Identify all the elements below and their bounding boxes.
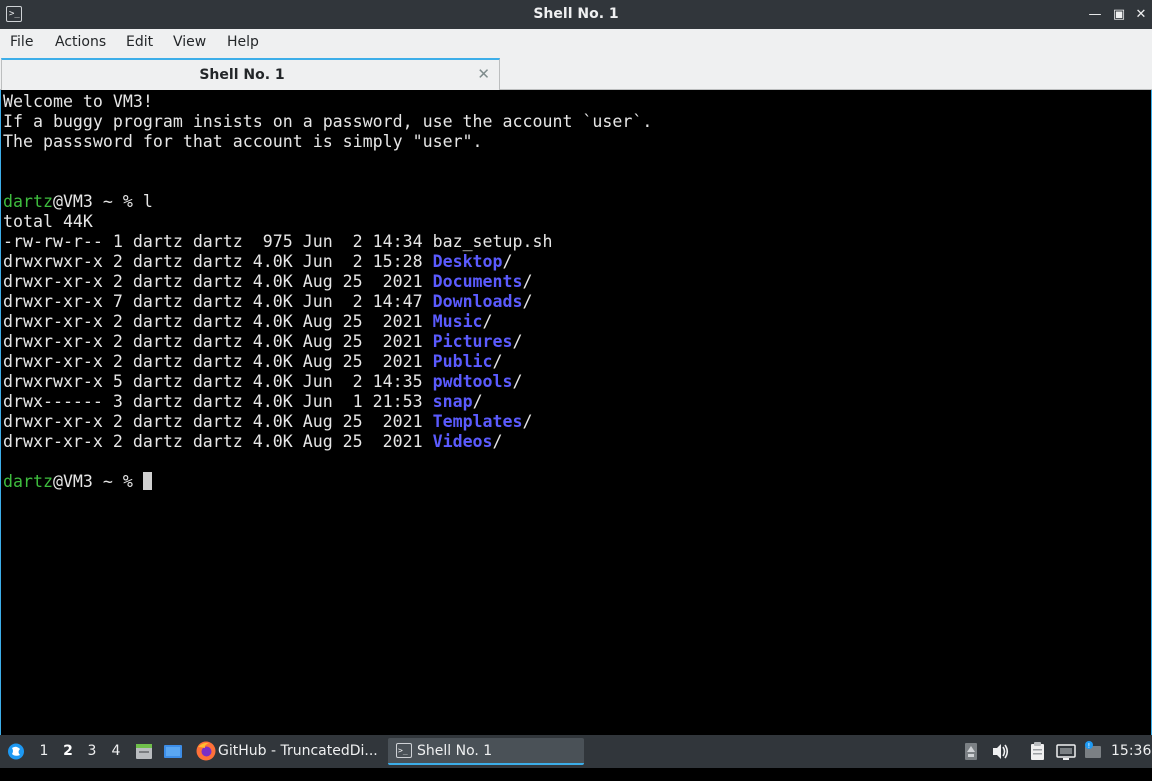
- task-label: Shell No. 1: [417, 743, 493, 759]
- command-line: dartz@VM3 ~ % l: [3, 192, 153, 212]
- dir-suffix: /: [522, 412, 533, 431]
- menu-help[interactable]: Help: [227, 29, 259, 56]
- dir-suffix: /: [512, 332, 523, 351]
- dir-suffix: /: [472, 392, 483, 411]
- prompt-user: dartz: [3, 192, 53, 211]
- total-line: total 44K: [3, 212, 93, 231]
- workspace-1[interactable]: 1: [34, 735, 54, 768]
- taskbar: 1 2 3 4 GitHub - TruncatedDi... >_ Shell…: [0, 735, 1152, 768]
- prompt-host: @VM3 ~ %: [52, 472, 143, 491]
- workspace-4[interactable]: 4: [106, 735, 126, 768]
- tab-label: Shell No. 1: [199, 67, 285, 83]
- svg-text:!: !: [1088, 742, 1091, 750]
- directory-name: Music: [432, 312, 483, 331]
- prompt-host: @VM3 ~ %: [52, 192, 143, 211]
- listing-row: drwxr-xr-x 2 dartz dartz 4.0K Aug 25 202…: [3, 352, 503, 372]
- firefox-icon: [195, 740, 217, 762]
- listing-row: drwxr-xr-x 2 dartz dartz 4.0K Aug 25 202…: [3, 412, 533, 432]
- listing-meta: drwxrwxr-x 5 dartz dartz 4.0K Jun 2 14:3…: [3, 372, 433, 391]
- window-titlebar[interactable]: >_ Shell No. 1 — ▣ ✕: [0, 0, 1152, 29]
- directory-name: Desktop: [432, 252, 503, 271]
- task-shell[interactable]: >_ Shell No. 1: [388, 738, 584, 765]
- welcome-line: The passsword for that account is simply…: [3, 132, 483, 151]
- updates-icon[interactable]: !: [1082, 735, 1104, 768]
- listing-row: drwxrwxr-x 2 dartz dartz 4.0K Jun 2 15:2…: [3, 252, 513, 272]
- clock[interactable]: 15:36: [1111, 735, 1151, 768]
- directory-name: Public: [432, 352, 493, 371]
- notification-icon[interactable]: [962, 735, 980, 768]
- dir-suffix: /: [522, 292, 533, 311]
- dir-suffix: /: [482, 312, 493, 331]
- task-firefox[interactable]: GitHub - TruncatedDi...: [192, 738, 382, 765]
- tab-shell-1[interactable]: Shell No. 1 ✕: [1, 58, 500, 90]
- listing-row: drwxr-xr-x 2 dartz dartz 4.0K Aug 25 202…: [3, 432, 503, 452]
- maximize-icon[interactable]: ▣: [1109, 5, 1129, 25]
- listing-meta: drwxr-xr-x 2 dartz dartz 4.0K Aug 25 202…: [3, 432, 433, 451]
- listing-row: drwx------ 3 dartz dartz 4.0K Jun 1 21:5…: [3, 392, 483, 412]
- directory-name: Documents: [432, 272, 523, 291]
- network-icon[interactable]: [1055, 735, 1077, 768]
- menu-view[interactable]: View: [173, 29, 206, 56]
- dir-suffix: /: [522, 272, 533, 291]
- listing-row: -rw-rw-r-- 1 dartz dartz 975 Jun 2 14:34…: [3, 232, 552, 252]
- directory-name: pwdtools: [432, 372, 513, 391]
- menu-bar: File Actions Edit View Help: [0, 29, 1152, 56]
- listing-meta: drwxr-xr-x 2 dartz dartz 4.0K Aug 25 202…: [3, 412, 433, 431]
- active-prompt-line[interactable]: dartz@VM3 ~ %: [3, 472, 152, 492]
- window-title: Shell No. 1: [533, 6, 619, 22]
- listing-meta: -rw-rw-r-- 1 dartz dartz 975 Jun 2 14:34: [3, 232, 433, 251]
- close-icon[interactable]: ✕: [1131, 5, 1151, 25]
- listing-row: drwxrwxr-x 5 dartz dartz 4.0K Jun 2 14:3…: [3, 372, 523, 392]
- menu-actions[interactable]: Actions: [55, 29, 106, 56]
- show-desktop-icon[interactable]: [162, 735, 184, 768]
- command-text: l: [142, 192, 153, 211]
- directory-name: Downloads: [432, 292, 523, 311]
- welcome-line: Welcome to VM3!: [3, 92, 153, 111]
- terminal-view[interactable]: Welcome to VM3! If a buggy program insis…: [0, 90, 1152, 735]
- listing-meta: drwxr-xr-x 2 dartz dartz 4.0K Aug 25 202…: [3, 352, 433, 371]
- listing-row: drwxr-xr-x 2 dartz dartz 4.0K Aug 25 202…: [3, 332, 523, 352]
- dir-suffix: /: [492, 352, 503, 371]
- listing-meta: drwxr-xr-x 2 dartz dartz 4.0K Aug 25 202…: [3, 272, 433, 291]
- listing-meta: drwxr-xr-x 7 dartz dartz 4.0K Jun 2 14:4…: [3, 292, 433, 311]
- directory-name: Pictures: [432, 332, 513, 351]
- tab-bar: Shell No. 1 ✕: [0, 56, 1152, 90]
- listing-meta: drwxrwxr-x 2 dartz dartz 4.0K Jun 2 15:2…: [3, 252, 433, 271]
- terminal-icon: >_: [396, 743, 412, 758]
- dir-suffix: /: [512, 372, 523, 391]
- menu-edit[interactable]: Edit: [126, 29, 153, 56]
- file-name: baz_setup.sh: [432, 232, 553, 251]
- directory-name: Templates: [432, 412, 523, 431]
- dir-suffix: /: [502, 252, 513, 271]
- welcome-line: If a buggy program insists on a password…: [3, 112, 653, 131]
- listing-row: drwxr-xr-x 7 dartz dartz 4.0K Jun 2 14:4…: [3, 292, 533, 312]
- listing-meta: drwx------ 3 dartz dartz 4.0K Jun 1 21:5…: [3, 392, 433, 411]
- task-label: GitHub - TruncatedDi...: [218, 743, 378, 759]
- file-manager-icon[interactable]: [134, 735, 154, 768]
- directory-name: snap: [432, 392, 473, 411]
- dir-suffix: /: [492, 432, 503, 451]
- directory-name: Videos: [432, 432, 493, 451]
- listing-row: drwxr-xr-x 2 dartz dartz 4.0K Aug 25 202…: [3, 312, 493, 332]
- minimize-icon[interactable]: —: [1085, 5, 1105, 25]
- clipboard-icon[interactable]: [1028, 735, 1048, 768]
- listing-meta: drwxr-xr-x 2 dartz dartz 4.0K Aug 25 202…: [3, 312, 433, 331]
- menu-file[interactable]: File: [10, 29, 33, 56]
- close-icon[interactable]: ✕: [477, 60, 490, 90]
- listing-meta: drwxr-xr-x 2 dartz dartz 4.0K Aug 25 202…: [3, 332, 433, 351]
- workspace-3[interactable]: 3: [82, 735, 102, 768]
- text-cursor: [142, 472, 152, 490]
- prompt-user: dartz: [3, 472, 53, 491]
- workspace-2[interactable]: 2: [58, 735, 78, 768]
- app-menu-icon[interactable]: [5, 735, 27, 768]
- listing-row: drwxr-xr-x 2 dartz dartz 4.0K Aug 25 202…: [3, 272, 533, 292]
- volume-icon[interactable]: [990, 735, 1010, 768]
